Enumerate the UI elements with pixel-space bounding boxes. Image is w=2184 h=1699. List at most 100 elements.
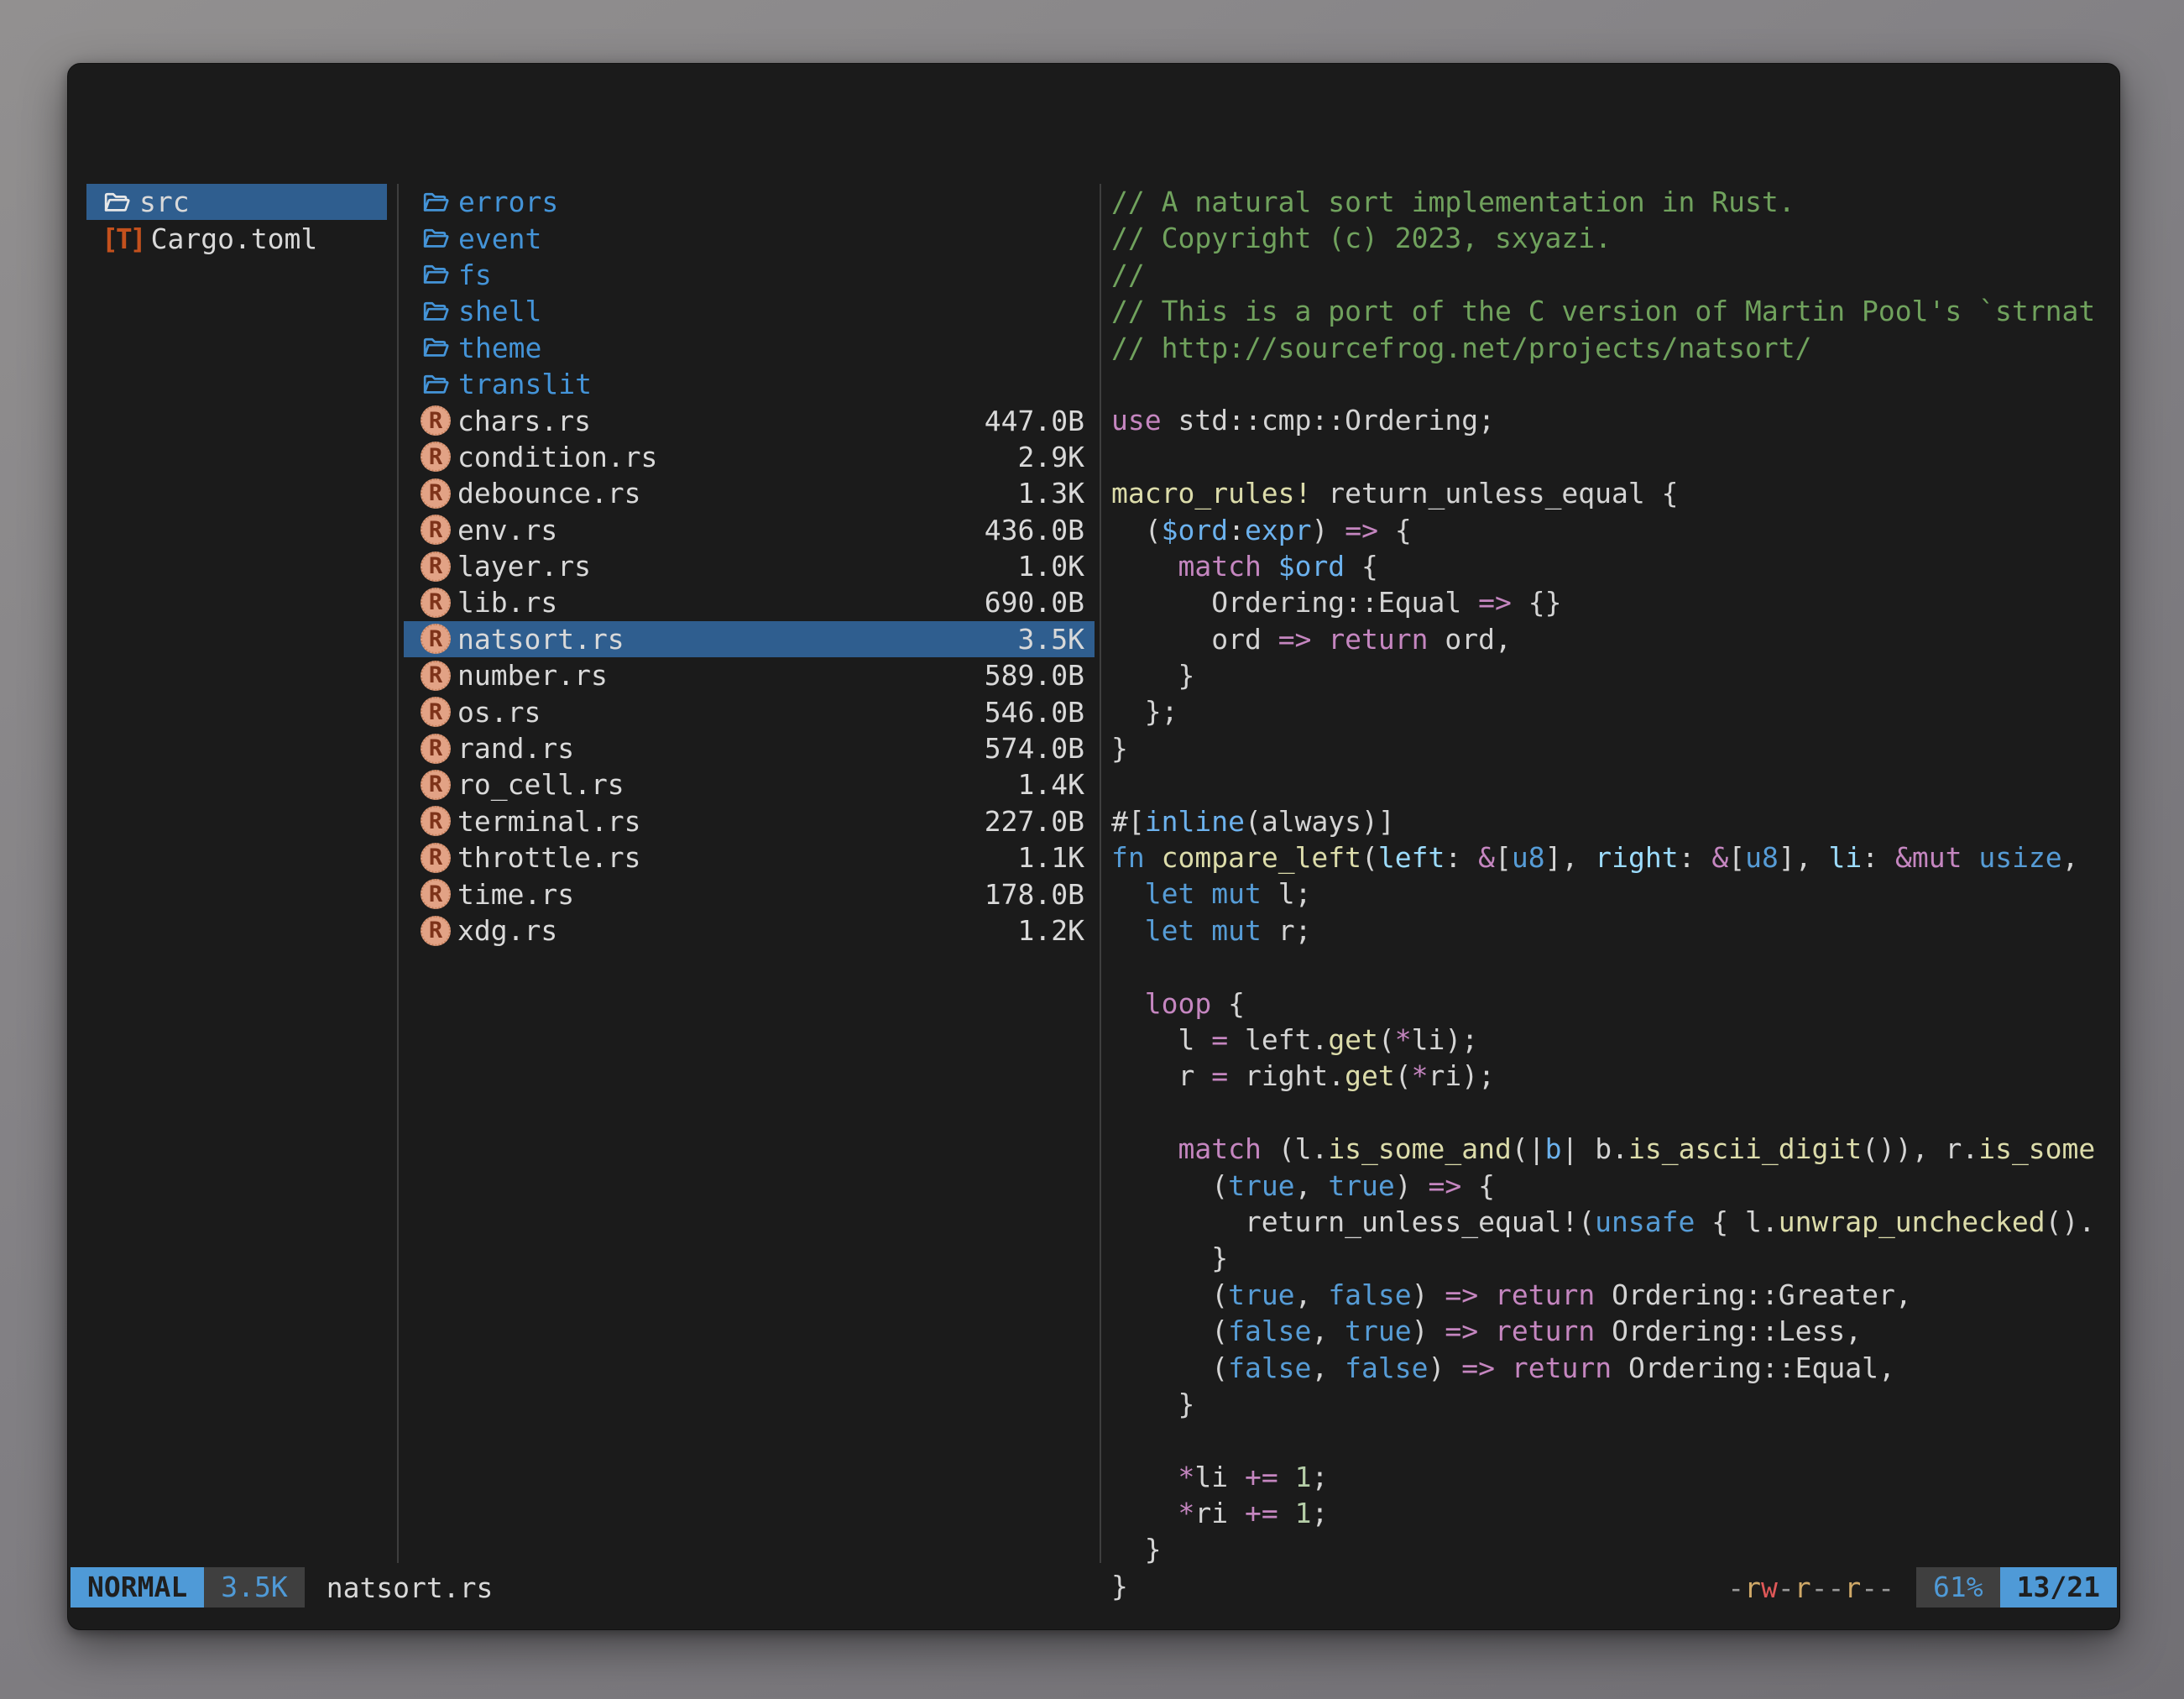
dir-row-event[interactable]: event [404, 220, 1095, 256]
code-token: ri); [1429, 1059, 1495, 1092]
code-token: += [1245, 1461, 1278, 1493]
rust-file-icon: R [421, 515, 451, 545]
preview-pane: // A natural sort implementation in Rust… [1111, 184, 2112, 1602]
code-token: ) [1412, 1278, 1445, 1311]
code-token: right. [1228, 1059, 1345, 1092]
dir-row-theme[interactable]: theme [404, 330, 1095, 366]
item-size: 1.3K [1018, 477, 1084, 510]
code-token: li); [1412, 1023, 1478, 1056]
code-token: u8 [1512, 841, 1545, 874]
code-token: fn [1111, 841, 1145, 874]
file-row-env.rs[interactable]: Renv.rs436.0B [404, 512, 1095, 548]
file-row-throttle.rs[interactable]: Rthrottle.rs1.1K [404, 839, 1095, 876]
code-token: ; [1311, 1461, 1328, 1493]
dir-row-translit[interactable]: translit [404, 366, 1095, 402]
rust-file-icon: R [421, 405, 451, 436]
folder-open-icon [421, 297, 452, 326]
code-token: = [1211, 1059, 1228, 1092]
code-token: , [1295, 1278, 1329, 1311]
code-line: *li += 1; [1111, 1459, 2112, 1495]
code-token: u8 [1745, 841, 1779, 874]
rust-file-icon: R [421, 478, 451, 509]
permission-char: - [1811, 1571, 1828, 1604]
dir-row-shell[interactable]: shell [404, 293, 1095, 329]
code-line: Ordering::Equal => {} [1111, 584, 2112, 620]
file-row-condition.rs[interactable]: Rcondition.rs2.9K [404, 439, 1095, 475]
item-name: errors [458, 186, 558, 218]
code-token: $ord [1278, 550, 1345, 583]
code-token: } [1111, 732, 1128, 765]
folder-open-icon [421, 224, 452, 253]
file-row-os.rs[interactable]: Ros.rs546.0B [404, 693, 1095, 729]
code-token: ()), r. [1862, 1132, 1978, 1165]
code-token: { l. [1695, 1205, 1778, 1238]
code-token [1262, 550, 1278, 583]
code-token: (| [1512, 1132, 1545, 1165]
cursor-position-badge: 13/21 [2000, 1567, 2117, 1608]
item-name: shell [458, 295, 541, 327]
item-size: 1.0K [1018, 550, 1084, 583]
dir-row-fs[interactable]: fs [404, 257, 1095, 293]
file-row-ro_cell.rs[interactable]: Rro_cell.rs1.4K [404, 766, 1095, 802]
permission-char: - [1778, 1571, 1795, 1604]
code-token: get [1328, 1023, 1378, 1056]
rust-file-icon: R [421, 806, 451, 836]
code-line: // http://sourcefrog.net/projects/natsor… [1111, 330, 2112, 366]
code-line: ord => return ord, [1111, 621, 2112, 657]
code-token [1194, 877, 1211, 910]
folder-open-icon [421, 333, 452, 362]
file-row-rand.rs[interactable]: Rrand.rs 574.0B [404, 730, 1095, 766]
code-line [1111, 949, 2112, 985]
left-pane-item-Cargo.toml[interactable]: [T]Cargo.toml [86, 220, 387, 256]
code-token: return_unless_equal!( [1111, 1205, 1595, 1238]
rust-file-icon: R [421, 552, 451, 582]
code-token: Ordering::Equal [1111, 586, 1478, 619]
item-name: env.rs [457, 514, 557, 546]
item-name: rand.rs [457, 732, 574, 765]
file-row-layer.rs[interactable]: Rlayer.rs1.0K [404, 548, 1095, 584]
code-token: false [1228, 1351, 1311, 1384]
item-name: condition.rs [457, 441, 657, 473]
toml-file-icon: [T] [102, 222, 144, 255]
code-token: : [1445, 841, 1478, 874]
code-token: ; [1311, 1497, 1328, 1529]
code-line: } [1111, 657, 2112, 693]
code-token [1111, 914, 1145, 947]
file-row-terminal.rs[interactable]: Rterminal.rs227.0B [404, 803, 1095, 839]
rust-file-icon: R [421, 734, 451, 764]
dir-row-errors[interactable]: errors [404, 184, 1095, 220]
code-token: usize [1978, 841, 2061, 874]
code-token [1495, 1351, 1512, 1384]
left-pane-item-src[interactable]: src [86, 184, 387, 220]
file-row-natsort.rs[interactable]: Rnatsort.rs3.5K [404, 621, 1095, 657]
code-token: } [1111, 1388, 1194, 1420]
file-manager-window: src[T]Cargo.toml errorseventfsshell theme… [67, 63, 2120, 1630]
item-name: terminal.rs [457, 805, 641, 838]
code-token: true [1228, 1169, 1294, 1202]
file-row-time.rs[interactable]: Rtime.rs178.0B [404, 876, 1095, 912]
code-token: ( [1111, 1278, 1228, 1311]
item-name: theme [458, 332, 541, 364]
code-token [1111, 987, 1145, 1020]
code-line: } [1111, 1386, 2112, 1422]
code-token: { [1211, 987, 1245, 1020]
status-bar-right: -rw-r--r-- 61% 13/21 [1727, 1567, 2117, 1608]
file-row-chars.rs[interactable]: Rchars.rs447.0B [404, 402, 1095, 438]
file-row-lib.rs[interactable]: Rlib.rs690.0B [404, 584, 1095, 620]
code-token [1278, 1497, 1295, 1529]
code-token: ord [1111, 623, 1278, 656]
item-size: 574.0B [985, 732, 1084, 765]
code-token: : [1862, 841, 1895, 874]
permission-char: r [1844, 1571, 1861, 1604]
permission-char: - [1878, 1571, 1894, 1604]
code-token: get [1345, 1059, 1395, 1092]
code-token: let [1145, 877, 1195, 910]
status-bar-left: NORMAL 3.5K natsort.rs [71, 1567, 493, 1608]
code-token: ( [1111, 1315, 1228, 1347]
permission-char: - [1727, 1571, 1744, 1604]
code-line: // [1111, 257, 2112, 293]
file-row-xdg.rs[interactable]: Rxdg.rs1.2K [404, 912, 1095, 949]
code-token: => [1461, 1351, 1495, 1384]
file-row-number.rs[interactable]: Rnumber.rs589.0B [404, 657, 1095, 693]
file-row-debounce.rs[interactable]: Rdebounce.rs1.3K [404, 475, 1095, 511]
